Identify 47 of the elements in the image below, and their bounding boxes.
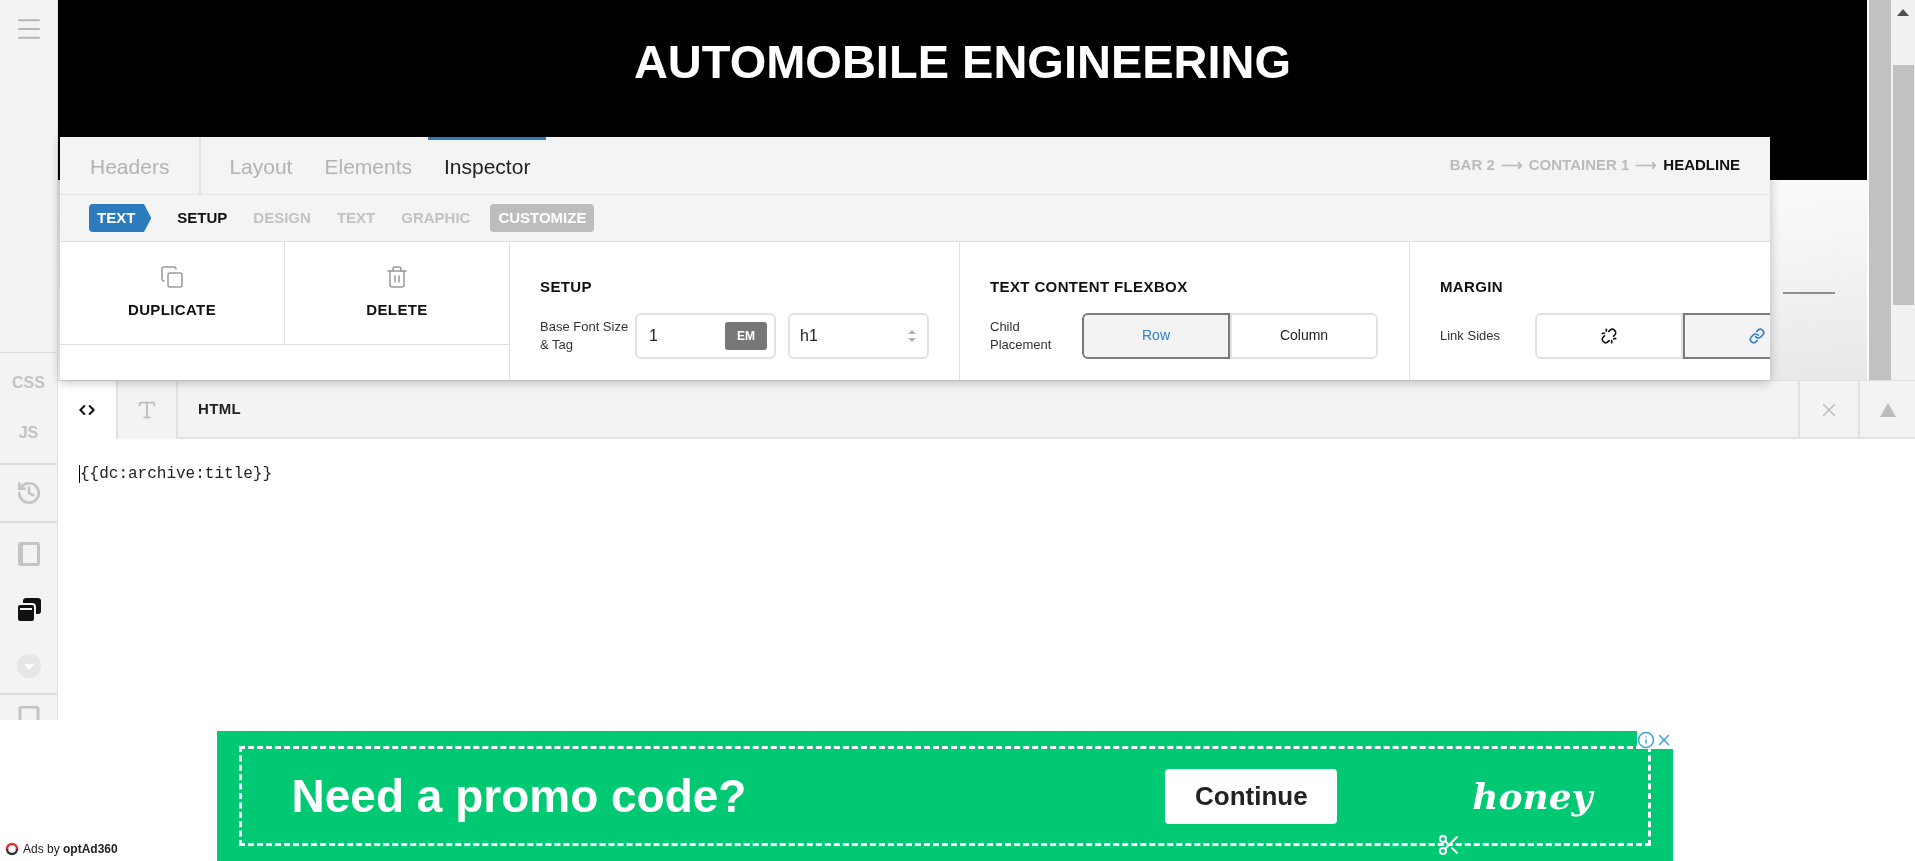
scrollbar[interactable] xyxy=(1891,0,1915,380)
ad-banner[interactable]: Need a promo code? Continue honey xyxy=(216,731,1673,861)
breadcrumb-arrow: ⟶ xyxy=(1500,155,1523,176)
unit-badge[interactable]: EM xyxy=(725,321,767,350)
delete-button[interactable]: DELETE xyxy=(285,242,509,344)
placement-option[interactable]: Row xyxy=(1082,312,1230,359)
duplicate-button[interactable]: DUPLICATE xyxy=(60,242,285,344)
editor-title: HTML xyxy=(198,398,242,419)
placement-option[interactable]: Column xyxy=(1230,312,1378,359)
dropdown-circle-icon[interactable] xyxy=(15,653,42,679)
ad-headline: Need a promo code? xyxy=(291,769,748,824)
continue-button[interactable]: Continue xyxy=(1165,768,1338,824)
field-label: Link Sides xyxy=(1440,326,1501,345)
scissors-icon xyxy=(1436,833,1461,857)
text-tab[interactable] xyxy=(118,381,178,439)
layers-icon[interactable] xyxy=(15,597,42,623)
code-icon xyxy=(79,402,95,418)
font-size-field[interactable]: 1 EM xyxy=(635,312,776,359)
history-icon[interactable] xyxy=(15,480,42,506)
ad-brand: honey xyxy=(1472,774,1593,819)
section-title: TEXT CONTENT FLEXBOX xyxy=(990,277,1189,297)
scrollbar-thumb[interactable] xyxy=(1892,65,1914,305)
breadcrumb-item[interactable]: HEADLINE xyxy=(1663,154,1740,177)
subtab[interactable]: SETUP xyxy=(171,206,234,230)
section-title: SETUP xyxy=(540,277,593,297)
breadcrumb-arrow: ⟶ xyxy=(1635,155,1658,176)
panel-icon[interactable] xyxy=(16,541,41,567)
element-type-badge: TEXT xyxy=(89,203,152,233)
code-tab[interactable] xyxy=(58,381,118,439)
field-label: Child Placement xyxy=(990,317,1053,354)
trash-icon xyxy=(385,264,409,289)
page-icon[interactable] xyxy=(17,706,40,720)
copy-icon xyxy=(160,264,184,289)
ad-attribution: Ads by optAd360 xyxy=(23,841,118,858)
tag-select[interactable]: h1 xyxy=(788,312,929,359)
unlink-icon xyxy=(1601,327,1617,344)
link-icon xyxy=(1749,327,1765,344)
field-label: Base Font Size & Tag xyxy=(540,317,630,354)
text-icon xyxy=(136,399,158,421)
select-arrows-icon xyxy=(907,327,917,344)
page-title: AUTOMOBILE ENGINEERING xyxy=(633,34,1292,90)
scroll-up-icon[interactable] xyxy=(1897,9,1909,16)
ad-info-icon[interactable] xyxy=(1636,731,1655,749)
code-line[interactable]: {{dc:archive:title}} xyxy=(79,465,273,483)
ad-logo-icon xyxy=(5,842,19,856)
section-title: MARGIN xyxy=(1440,277,1505,297)
triangle-up-icon xyxy=(1879,403,1896,417)
